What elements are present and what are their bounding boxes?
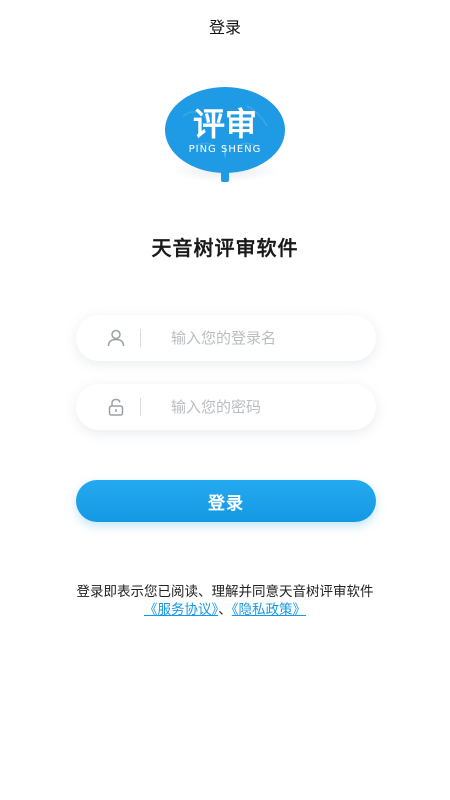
page-title: 登录 (208, 18, 241, 37)
user-icon (107, 329, 125, 347)
field-divider (140, 398, 141, 416)
username-field[interactable] (76, 315, 376, 361)
privacy-policy-link[interactable]: 《隐私政策》 (232, 602, 306, 618)
username-input[interactable] (171, 315, 361, 361)
login-button[interactable]: 登录 (76, 480, 376, 522)
app-logo: 评审 PING SHENG (163, 86, 287, 188)
field-divider (140, 329, 141, 347)
tree-logo-icon: 评审 PING SHENG (165, 87, 285, 182)
agreement-text: 登录即表示您已阅读、理解并同意天音树评审软件 (76, 584, 374, 600)
agreement-links: 《服务协议》、《隐私政策》 (0, 601, 450, 620)
logo-subtext: PING SHENG (189, 144, 262, 155)
logo-text: 评审 (193, 105, 257, 143)
login-page: 登录 评审 PING SHENG 天音树评审软件 输入您的登录名 登录 登录即表… (0, 0, 450, 800)
password-field[interactable] (76, 384, 376, 430)
service-agreement-link[interactable]: 《服务协议》 (144, 602, 218, 618)
link-separator: 、 (218, 602, 232, 618)
password-input[interactable] (171, 384, 361, 430)
app-name: 天音树评审软件 (151, 236, 299, 260)
lock-icon (108, 398, 124, 416)
